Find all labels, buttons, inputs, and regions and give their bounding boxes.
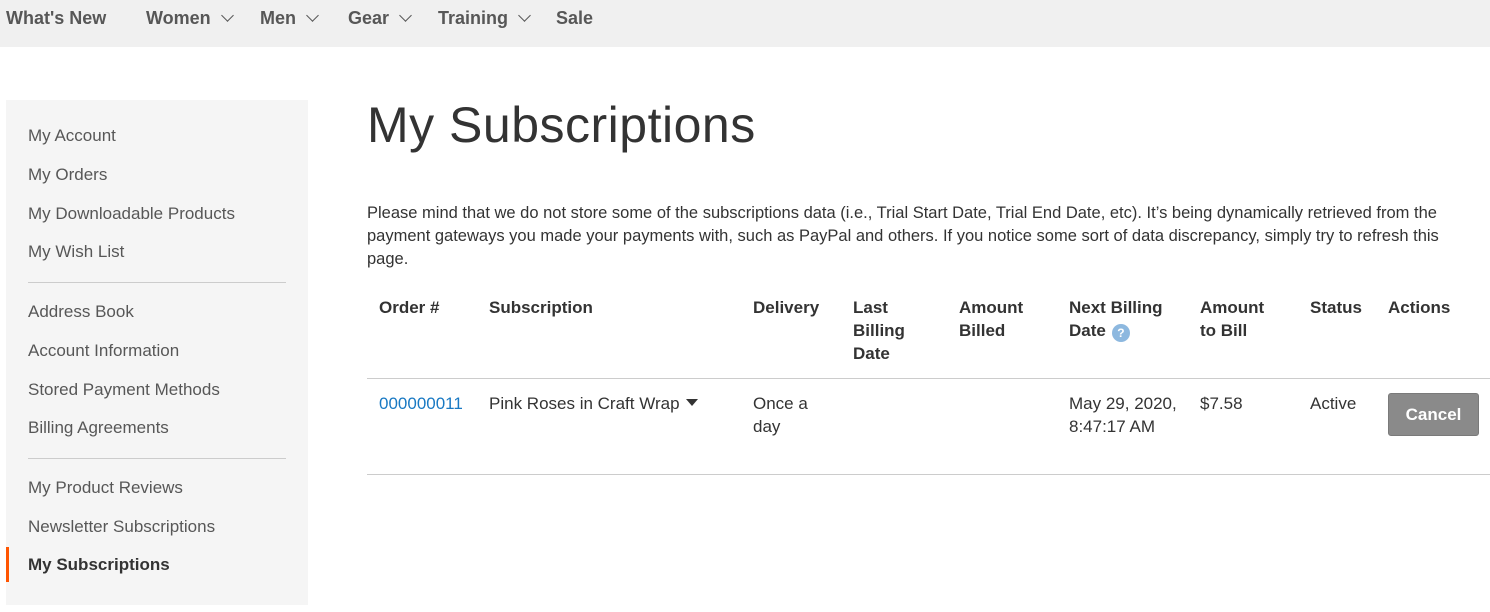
status-cell: Active [1310,394,1357,413]
order-number-link[interactable]: 000000011 [379,394,463,413]
column-header-actions: Actions [1388,298,1451,317]
sidebar-item-my-account[interactable]: My Account [28,126,116,146]
sidebar-item-stored-payment-methods[interactable]: Stored Payment Methods [28,380,220,400]
sidebar-divider [28,458,286,459]
order-cell: 000000011 [379,392,463,415]
cancel-subscription-button[interactable]: Cancel [1388,393,1479,436]
amount-to-bill-cell: $7.58 [1200,394,1243,413]
column-header-delivery: Delivery [753,298,820,317]
column-header-next-billing-date: Next Billing Date? [1069,296,1179,342]
chevron-down-icon [399,9,412,22]
table-header-divider [367,378,1490,379]
nav-item-label: Gear [348,8,390,28]
column-header-amount-to-bill: Amount to Bill [1200,298,1265,340]
question-icon[interactable]: ? [1111,324,1130,342]
account-sidebar: My Account My Orders My Downloadable Pro… [6,100,308,605]
column-header-subscription: Subscription [489,298,593,317]
page-title: My Subscriptions [367,97,756,153]
top-navigation: What's New Women Men Gear Training Sale [0,0,1490,47]
column-header-last-billing-date: Last Billing Date [853,298,905,363]
nav-item-label: Men [260,8,296,28]
chevron-down-icon [518,9,531,22]
sidebar-item-my-subscriptions: My Subscriptions [28,555,170,574]
chevron-down-icon [306,9,319,22]
caret-down-icon[interactable] [685,399,698,406]
sidebar-item-my-orders[interactable]: My Orders [28,165,107,185]
subscriptions-notice: Please mind that we do not store some of… [367,204,1439,268]
column-header-order: Order # [379,298,440,317]
sidebar-item-billing-agreements[interactable]: Billing Agreements [28,418,169,438]
delivery-cell: Once a day [753,394,808,436]
sidebar-item-address-book[interactable]: Address Book [28,302,134,322]
sidebar-item-my-downloadable-products[interactable]: My Downloadable Products [28,204,235,224]
sidebar-item-newsletter-subscriptions[interactable]: Newsletter Subscriptions [28,517,215,537]
nav-item-gear[interactable]: Gear [348,8,412,29]
current-item-marker [6,547,9,582]
sidebar-item-my-wish-list[interactable]: My Wish List [28,242,124,262]
sidebar-item-my-product-reviews[interactable]: My Product Reviews [28,478,183,498]
sidebar-item-account-information[interactable]: Account Information [28,341,179,361]
nav-item-label: What's New [6,8,107,28]
next-billing-date-cell: May 29, 2020, 8:47:17 AM [1069,394,1177,436]
chevron-down-icon [220,9,234,22]
table-bottom-divider [367,474,1490,475]
nav-item-label: Training [438,8,509,28]
nav-item-men[interactable]: Men [260,8,319,29]
column-header-status: Status [1310,298,1362,317]
nav-item-label: Sale [556,8,594,28]
nav-item-women[interactable]: Women [146,8,234,29]
sidebar-divider [28,282,286,283]
subscription-cell: Pink Roses in Craft Wrap [489,392,698,415]
subscription-name: Pink Roses in Craft Wrap [489,394,680,413]
nav-item-sale[interactable]: Sale [556,8,593,29]
nav-item-whats-new[interactable]: What's New [6,8,106,29]
nav-item-label: Women [146,8,211,28]
column-header-amount-billed: Amount Billed [959,298,1024,340]
nav-item-training[interactable]: Training [438,8,531,29]
